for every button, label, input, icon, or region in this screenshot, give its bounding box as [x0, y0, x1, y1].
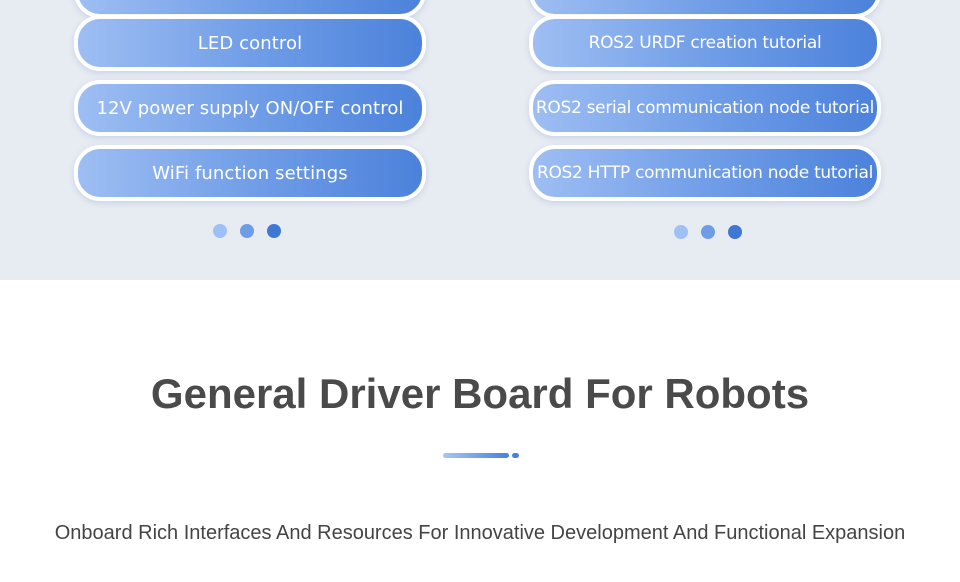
pagination-dot-1[interactable] [674, 225, 688, 239]
power-supply-control-button[interactable]: 12V power supply ON/OFF control [74, 80, 426, 136]
section-title: General Driver Board For Robots [150, 370, 810, 417]
pagination-dot-1[interactable] [213, 224, 227, 238]
led-control-button[interactable]: LED control [74, 15, 426, 71]
ros2-serial-node-tutorial-button[interactable]: ROS2 serial communication node tutorial [529, 80, 881, 136]
ros2-urdf-tutorial-button[interactable]: ROS2 URDF creation tutorial [529, 15, 881, 71]
section-subtitle: Onboard Rich Interfaces And Resources Fo… [54, 522, 906, 544]
pagination-dot-2[interactable] [701, 225, 715, 239]
underline-dot [512, 453, 519, 458]
pagination-dot-3-active[interactable] [728, 225, 742, 239]
title-underline-decoration [443, 453, 519, 458]
underline-bar [443, 453, 509, 458]
carousel-pagination [213, 224, 281, 238]
feature-carousel-panel: LED control 12V power supply ON/OFF cont… [0, 0, 960, 280]
pagination-dot-3-active[interactable] [267, 224, 281, 238]
pagination-dot-2[interactable] [240, 224, 254, 238]
wifi-settings-button[interactable]: WiFi function settings [74, 145, 426, 201]
ros2-http-node-tutorial-button[interactable]: ROS2 HTTP communication node tutorial [529, 145, 881, 201]
carousel-pagination [674, 225, 742, 239]
